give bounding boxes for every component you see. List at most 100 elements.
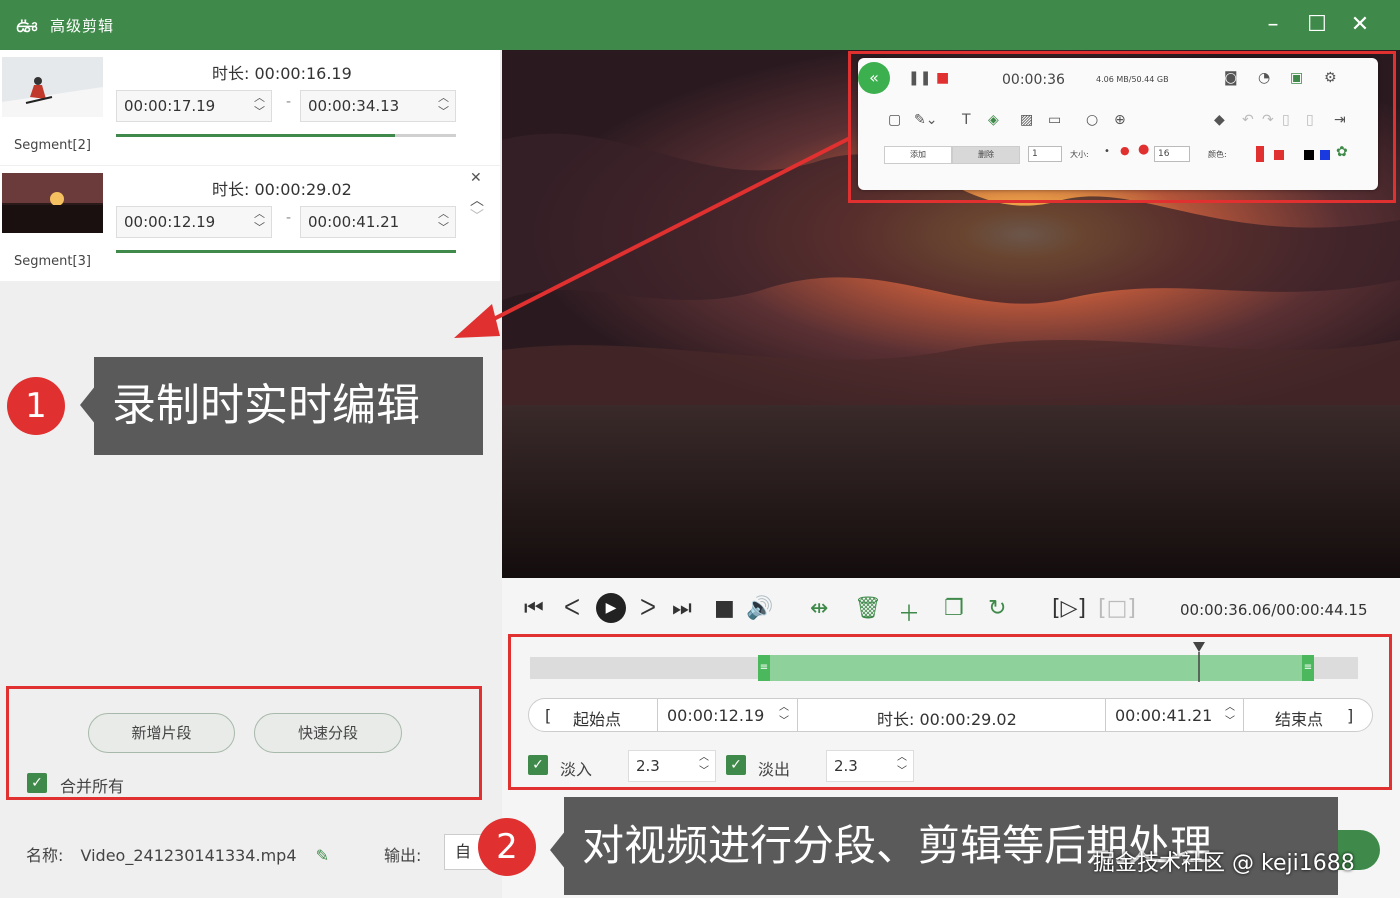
- next-frame-icon[interactable]: ᐳ: [640, 596, 656, 621]
- start-point-button[interactable]: 起始点: [573, 706, 621, 730]
- callout-number: 1: [7, 377, 65, 435]
- segment-label: Segment[3]: [14, 254, 91, 269]
- add-icon[interactable]: ＋: [898, 596, 920, 628]
- fade-out-checkbox[interactable]: ✓: [726, 755, 746, 775]
- fade-in-input[interactable]: 2.3 ︿ ﹀: [628, 750, 716, 782]
- add-button[interactable]: 添加: [884, 146, 952, 164]
- trash-icon[interactable]: ▯: [1306, 112, 1314, 128]
- color-swatch-red[interactable]: [1256, 146, 1264, 162]
- pause-icon[interactable]: ❚❚: [908, 70, 931, 86]
- loop-segment-icon[interactable]: [□]: [1098, 596, 1136, 621]
- rectangle-tool-icon[interactable]: ▢: [888, 112, 901, 128]
- segment-end-input[interactable]: 00:00:41.21 ︿ ﹀: [300, 206, 456, 238]
- maximize-button[interactable]: ☐: [1302, 10, 1332, 40]
- gear-icon[interactable]: ⚙: [1324, 70, 1337, 86]
- segment-end-input[interactable]: 00:00:34.13 ︿ ﹀: [300, 90, 456, 122]
- end-bracket[interactable]: ]: [1347, 706, 1353, 725]
- spinner-arrows-icon[interactable]: ︿ ﹀: [699, 751, 709, 779]
- play-button[interactable]: ▶: [596, 593, 626, 623]
- edit-pencil-icon[interactable]: ✎: [316, 846, 329, 865]
- start-bracket[interactable]: [: [545, 706, 551, 725]
- size-input[interactable]: 16: [1154, 146, 1190, 162]
- range-row: [ 起始点 00:00:12.19 ︿ ﹀ 时长: 00:00:29.02 00:…: [528, 698, 1373, 732]
- quick-split-button[interactable]: 快速分段: [254, 713, 402, 753]
- dot-medium-icon[interactable]: ●: [1120, 144, 1130, 157]
- color-swatch-black[interactable]: [1304, 150, 1314, 160]
- timer-icon[interactable]: ◔: [1258, 70, 1270, 86]
- range-end-input[interactable]: 00:00:41.21: [1115, 706, 1212, 725]
- pen-tool-icon[interactable]: ✎⌄: [914, 112, 937, 128]
- segment-duration: 时长: 00:00:16.19: [212, 64, 352, 83]
- minimize-button[interactable]: –: [1258, 10, 1288, 40]
- callout-number: 2: [478, 818, 536, 876]
- cursor-tool-icon[interactable]: ⊕: [1114, 112, 1126, 128]
- spinner-arrows-icon[interactable]: ︿ ﹀: [254, 207, 265, 235]
- play-segment-icon[interactable]: [▷]: [1052, 596, 1086, 621]
- name-label: 名称:: [26, 846, 64, 865]
- highlighter-tool-icon[interactable]: ◈: [988, 112, 999, 128]
- dot-small-icon[interactable]: •: [1104, 146, 1110, 157]
- segment-item-2[interactable]: Segment[2] 时长: 00:00:16.19 00:00:17.19 ︿…: [0, 50, 500, 165]
- split-icon[interactable]: ⇹: [810, 596, 828, 621]
- stop-icon[interactable]: ■: [714, 596, 735, 621]
- playhead[interactable]: [1192, 642, 1206, 682]
- close-button[interactable]: ✕: [1345, 10, 1375, 40]
- palette-icon[interactable]: ✿: [1336, 144, 1348, 160]
- segment-label: Segment[2]: [14, 138, 91, 153]
- skip-start-icon[interactable]: ⏮: [524, 596, 544, 621]
- zoom-tool-icon[interactable]: ○: [1086, 112, 1098, 128]
- fade-in-checkbox[interactable]: ✓: [528, 755, 548, 775]
- prev-frame-icon[interactable]: ᐸ: [564, 596, 580, 621]
- pointer-arrow: [454, 136, 851, 338]
- width-input[interactable]: 1: [1028, 146, 1062, 162]
- camera-icon[interactable]: ◙: [1224, 70, 1238, 86]
- size-label: 大小:: [1070, 150, 1089, 159]
- exit-icon[interactable]: ⇥: [1334, 112, 1346, 128]
- color-swatch-blue[interactable]: [1320, 150, 1330, 160]
- image-tool-icon[interactable]: ▨: [1020, 112, 1033, 128]
- window-title: 高级剪辑: [50, 17, 115, 35]
- fade-out-label: 淡出: [758, 760, 791, 779]
- spinner-arrows-icon[interactable]: ︿ ﹀: [254, 91, 265, 119]
- app-logo-icon: ఊ: [16, 13, 38, 37]
- spinner-arrows-icon[interactable]: ︿ ﹀: [1225, 701, 1235, 729]
- segment-progress: [116, 250, 456, 253]
- spinner-arrows-icon[interactable]: ︿ ﹀: [897, 751, 907, 779]
- timeline-selection[interactable]: [763, 655, 1313, 681]
- undo-icon[interactable]: ↶: [1242, 112, 1254, 128]
- segment-start-input[interactable]: 00:00:12.19 ︿ ﹀: [116, 206, 272, 238]
- add-segment-button[interactable]: 新增片段: [88, 713, 235, 753]
- skip-end-icon[interactable]: ⏭: [672, 596, 692, 621]
- callout-tool-icon[interactable]: ▭: [1048, 112, 1061, 128]
- segment-item-3[interactable]: Segment[3] 时长: 00:00:29.02 00:00:12.19 ︿…: [0, 166, 500, 281]
- spinner-arrows-icon[interactable]: ︿ ﹀: [438, 91, 449, 119]
- range-start-input[interactable]: 00:00:12.19: [667, 706, 764, 725]
- end-handle[interactable]: ≡: [1302, 655, 1314, 681]
- start-handle[interactable]: ≡: [758, 655, 770, 681]
- delete-button[interactable]: 删除: [952, 146, 1020, 164]
- reset-icon[interactable]: ↻: [988, 596, 1006, 621]
- spinner-arrows-icon[interactable]: ︿ ﹀: [779, 701, 789, 729]
- eraser-icon[interactable]: ◆: [1214, 112, 1225, 128]
- volume-icon[interactable]: 🔊: [746, 596, 773, 621]
- dot-large-icon[interactable]: ●: [1138, 142, 1149, 157]
- delete-icon[interactable]: 🗑: [854, 596, 882, 621]
- fade-out-input[interactable]: 2.3 ︿ ﹀: [826, 750, 914, 782]
- redo-icon[interactable]: ↷: [1262, 112, 1274, 128]
- end-point-button[interactable]: 结束点: [1275, 706, 1323, 730]
- collapse-icon[interactable]: «: [858, 62, 890, 94]
- clear-icon[interactable]: ▯: [1282, 112, 1290, 128]
- segment-thumbnail: [2, 173, 103, 233]
- record-size: 4.06 MB/50.44 GB: [1096, 75, 1169, 84]
- segment-start-input[interactable]: 00:00:17.19 ︿ ﹀: [116, 90, 272, 122]
- title-bar: ఊ 高级剪辑 – ☐ ✕: [0, 0, 1400, 50]
- stop-icon[interactable]: ■: [936, 70, 949, 86]
- copy-icon[interactable]: ❐: [944, 596, 964, 621]
- merge-all-checkbox[interactable]: ✓: [27, 773, 47, 793]
- segment-thumbnail: [2, 57, 103, 117]
- toolbox-icon[interactable]: ▣: [1290, 70, 1303, 86]
- range-dash: -: [286, 210, 292, 226]
- record-time: 00:00:36: [1002, 72, 1065, 88]
- text-tool-icon[interactable]: T: [962, 112, 971, 128]
- color-swatch-red-small[interactable]: [1274, 150, 1284, 160]
